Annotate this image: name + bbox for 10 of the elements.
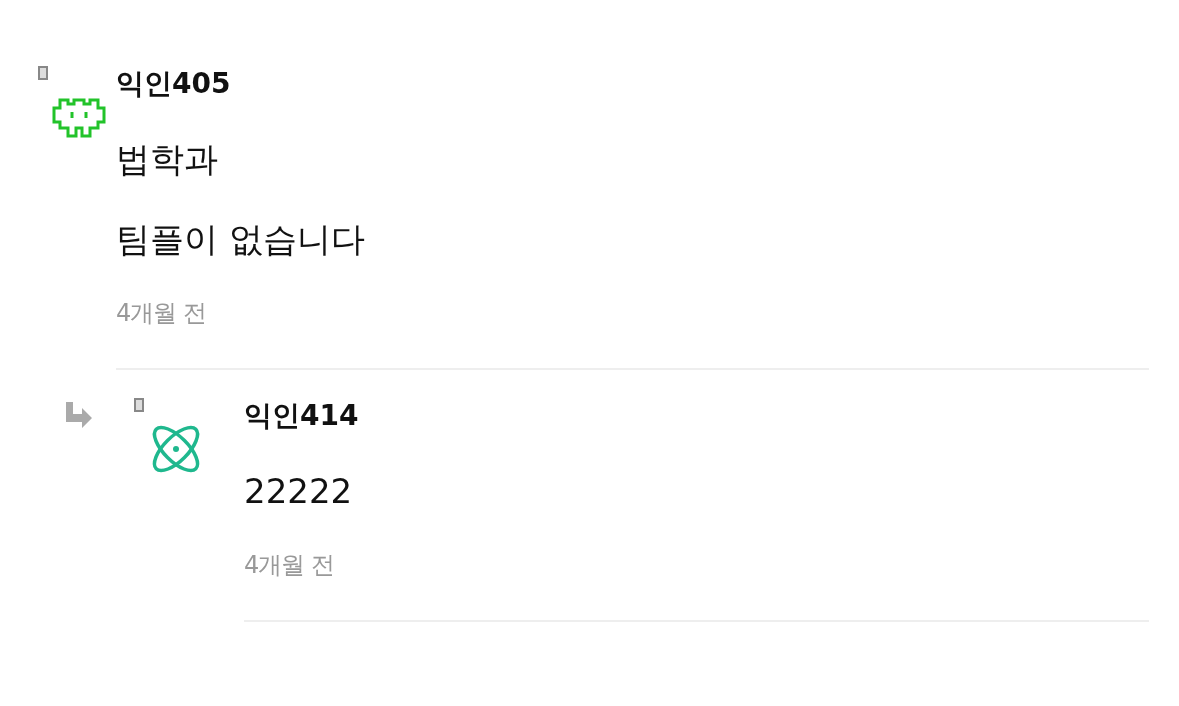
broken-image-icon [38,66,48,80]
comment-time: 4개월 전 [244,550,335,581]
reply-arrow-icon [64,400,94,428]
author-name: 익인414 [244,398,360,434]
comment-text: 팀플이 없습니다 [116,218,366,261]
comment-time: 4개월 전 [116,298,207,329]
comment-text: 22222 [244,470,354,513]
author-name: 익인405 [116,66,232,102]
comment-text: 법학과 [116,138,219,181]
broken-image-icon [134,398,144,412]
